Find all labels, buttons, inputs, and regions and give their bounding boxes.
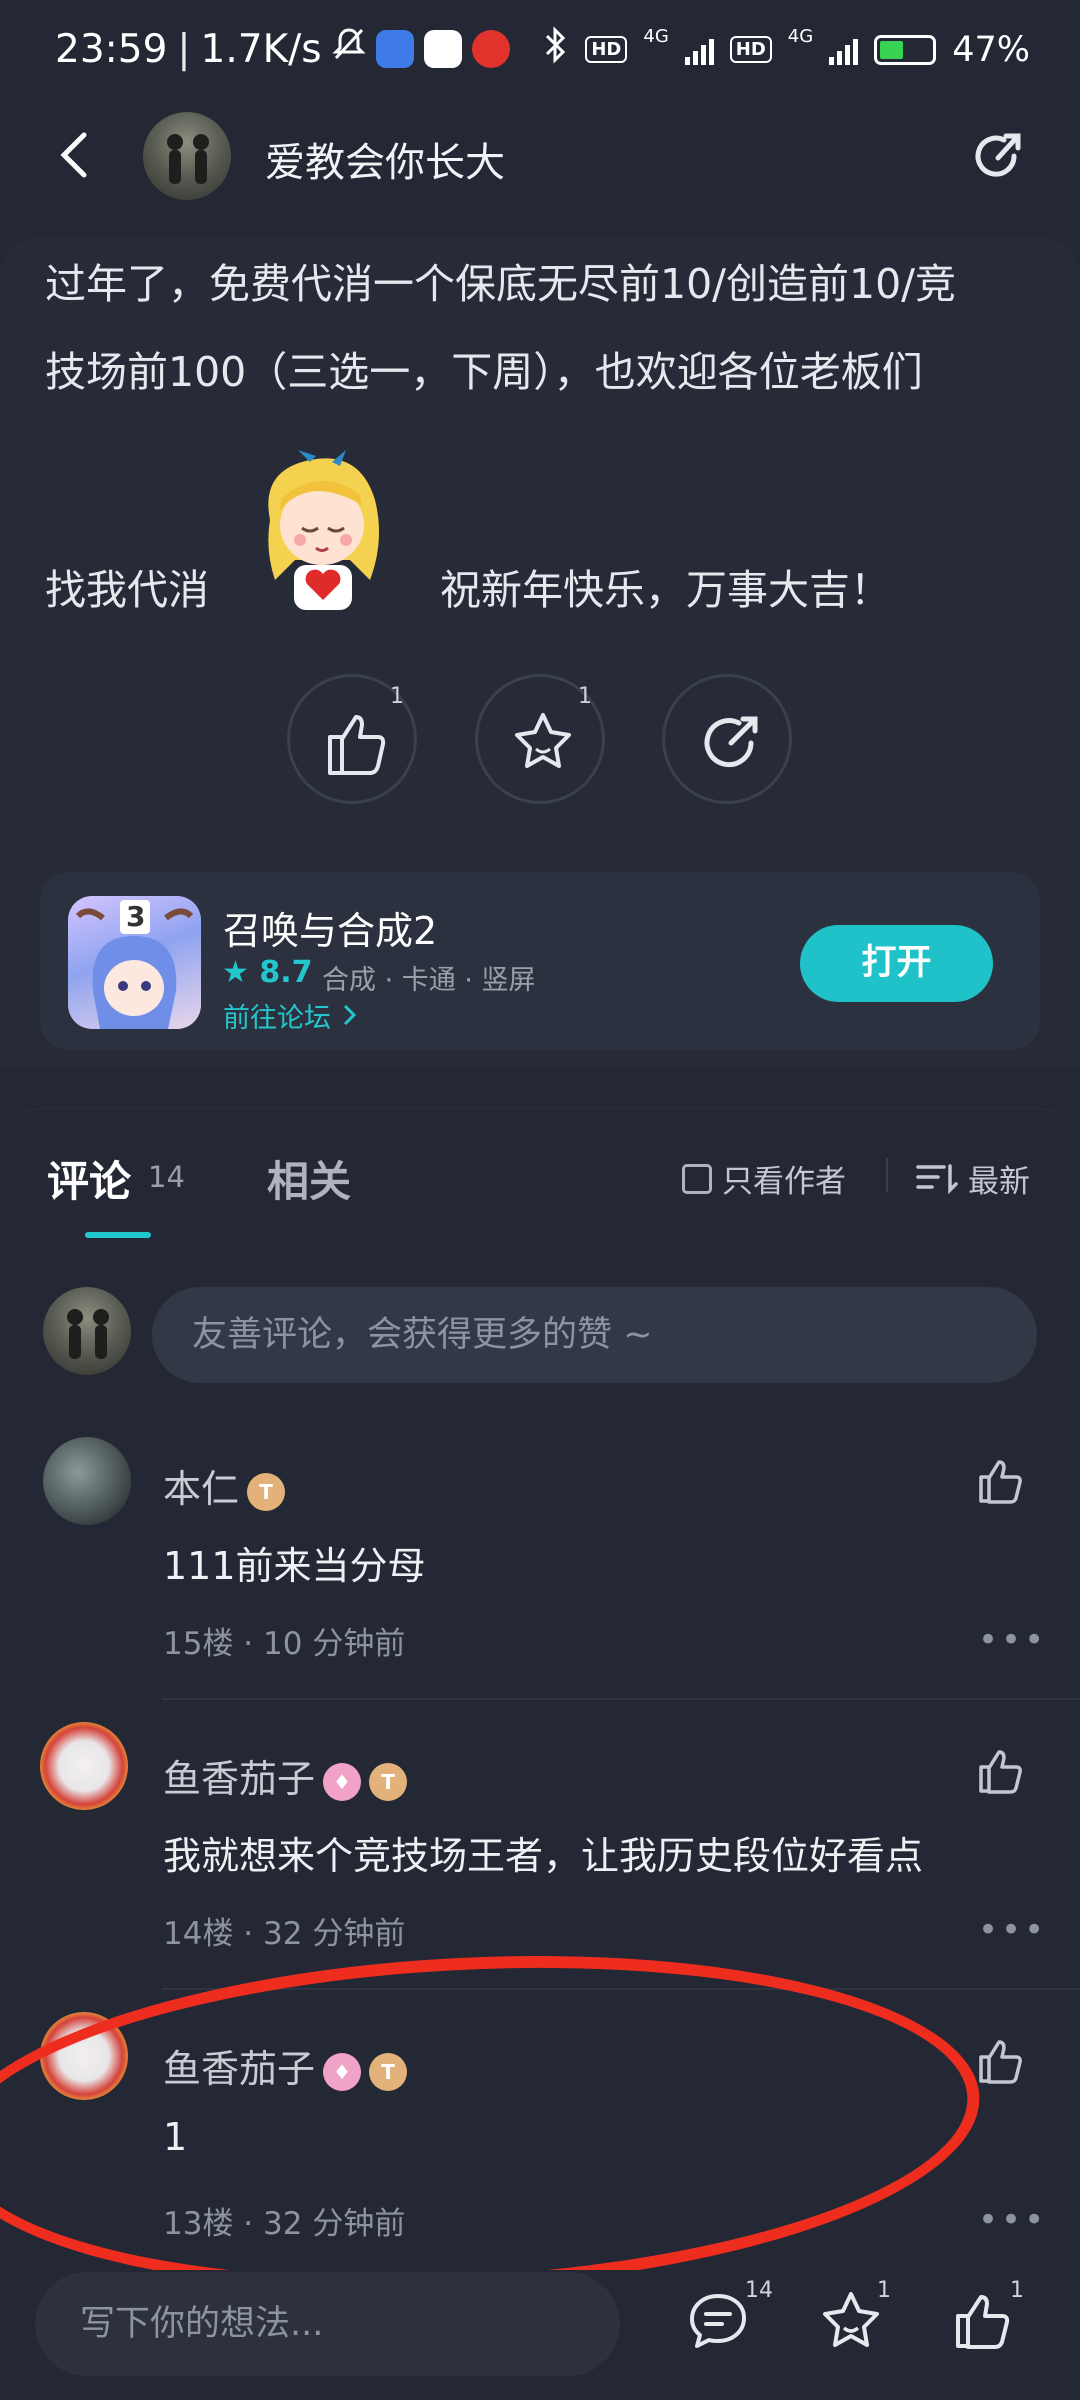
author-only-checkbox[interactable] [682, 1163, 712, 1194]
post-favorite-count: 1 [578, 684, 592, 709]
thumbs-up-icon [979, 2040, 1022, 2084]
share-icon [975, 133, 1021, 177]
comment-time: 10 分钟前 [263, 1626, 406, 1662]
favorite-count: 1 [877, 2278, 891, 2303]
comment-text: 我就想来个竞技场王者，让我历史段位好看点 [163, 1834, 924, 1878]
app-rating: ★ 8.7 [222, 955, 313, 990]
thumbs-up-icon [956, 2295, 1010, 2349]
author-name[interactable]: 爱教会你长大 [265, 130, 505, 188]
battery-percent: 47% [952, 29, 1030, 70]
like-count: 1 [1010, 2278, 1024, 2303]
comment-avatar[interactable] [40, 1722, 128, 1810]
comment-like-button[interactable] [975, 1455, 1027, 1507]
open-app-button[interactable]: 打开 [800, 925, 993, 1002]
bluetooth-icon [543, 26, 569, 73]
comment-input[interactable]: 友善评论，会获得更多的赞 ~ [152, 1287, 1037, 1383]
comment-meta: 14楼 · 32 分钟前 [163, 1908, 405, 1953]
more-dots-icon[interactable]: ••• [978, 2200, 1047, 2240]
rating-star-icon: ★ [222, 955, 249, 990]
more-dots-icon[interactable]: ••• [978, 1910, 1047, 1950]
more-dots-icon[interactable]: ••• [978, 1620, 1047, 1660]
flag-badge-icon: ♦ [323, 1762, 362, 1801]
status-separator: | [177, 26, 191, 72]
post-text-line-1: 过年了，免费代消一个保底无尽前10/创造前10/竞 [45, 260, 956, 308]
comment-divider [162, 1698, 1080, 1700]
status-right: HD 4G HD 4G 47% [543, 26, 1030, 73]
comment-floor: 14楼 [163, 1916, 234, 1952]
signal-bars-icon-1 [684, 35, 714, 65]
comment-bubble-icon [690, 2294, 746, 2348]
back-arrow-icon [60, 132, 87, 178]
share-button[interactable] [968, 126, 1028, 186]
like-button[interactable] [950, 2288, 1016, 2354]
meta-separator: · [233, 1626, 264, 1662]
sort-icon [916, 1163, 958, 1194]
star-icon [823, 2292, 879, 2347]
hd-badge-1: HD [585, 36, 628, 63]
status-time: 23:59 [55, 26, 168, 72]
status-left: 23:59 | 1.7K/s [55, 26, 510, 72]
thumbs-up-icon [979, 1750, 1022, 1794]
forum-link-label: 前往论坛 [223, 1003, 331, 1034]
comment-text: 111前来当分母 [163, 1544, 426, 1588]
comment-like-button[interactable] [975, 1745, 1027, 1797]
comment-button[interactable] [685, 2288, 751, 2354]
status-net-speed: 1.7K/s [200, 26, 322, 72]
app-icon[interactable]: 3 [68, 896, 201, 1029]
anime-girl-sticker [250, 440, 395, 620]
thumbs-up-icon [979, 1460, 1022, 1504]
comment-floor: 15楼 [163, 1626, 234, 1662]
comment-time: 32 分钟前 [263, 1916, 406, 1952]
author-only-label: 只看作者 [722, 1164, 846, 1200]
app-rating-value: 8.7 [259, 955, 313, 990]
comment-like-button[interactable] [975, 2035, 1027, 2087]
comment-author-name: 本仁 [163, 1467, 240, 1511]
app-icon-number: 3 [126, 900, 146, 933]
post-like-count: 1 [390, 684, 404, 709]
signal-bars-icon-2 [829, 35, 859, 65]
author-only-toggle[interactable]: 只看作者 [682, 1156, 846, 1201]
comment-count: 14 [745, 2278, 773, 2303]
app-tags: 合成 · 卡通 · 竖屏 [322, 965, 536, 996]
app-notification-icon-1 [375, 30, 414, 68]
my-avatar [43, 1287, 131, 1375]
author-avatar[interactable] [143, 112, 231, 200]
level-badge-icon: T [247, 1472, 286, 1511]
music-app-icon [471, 30, 510, 68]
tab-comments[interactable]: 评论 [47, 1148, 131, 1209]
mute-bell-icon [331, 26, 366, 72]
level-badge-icon: T [369, 1762, 408, 1801]
hd-badge-2: HD [729, 36, 772, 63]
active-tab-indicator [85, 1232, 151, 1238]
favorite-button[interactable] [818, 2288, 884, 2354]
comment-author[interactable]: 鱼香茄子 ♦ T [163, 1748, 408, 1803]
qq-icon [423, 30, 462, 68]
comment-meta: 15楼 · 10 分钟前 [163, 1618, 405, 1663]
post-text-line-2: 技场前100（三选一，下周），也欢迎各位老板们 [45, 348, 923, 396]
forum-link[interactable]: 前往论坛 [223, 996, 358, 1035]
post-text-line-3-right: 祝新年快乐，万事大吉！ [440, 566, 891, 614]
battery-icon [874, 34, 937, 65]
chevron-right-icon [340, 1003, 358, 1034]
network-label-2: 4G [787, 26, 814, 47]
comment-author[interactable]: 本仁 T [163, 1458, 286, 1513]
app-name[interactable]: 召唤与合成2 [223, 900, 437, 955]
network-label-1: 4G [643, 26, 669, 47]
meta-separator: · [233, 1916, 264, 1952]
filter-divider [886, 1158, 888, 1192]
write-thought-input[interactable]: 写下你的想法... [35, 2272, 620, 2376]
post-share-button[interactable] [662, 674, 792, 804]
tab-related[interactable]: 相关 [267, 1148, 351, 1209]
sort-label: 最新 [968, 1164, 1030, 1200]
comment-author-name: 鱼香茄子 [163, 1757, 316, 1801]
share-icon [704, 716, 758, 768]
comment-avatar[interactable] [43, 1437, 131, 1525]
back-button[interactable] [50, 125, 100, 185]
post-text-line-3-left: 找我代消 [45, 566, 209, 614]
sort-button[interactable]: 最新 [916, 1156, 1030, 1201]
tab-comments-count: 14 [148, 1160, 185, 1194]
